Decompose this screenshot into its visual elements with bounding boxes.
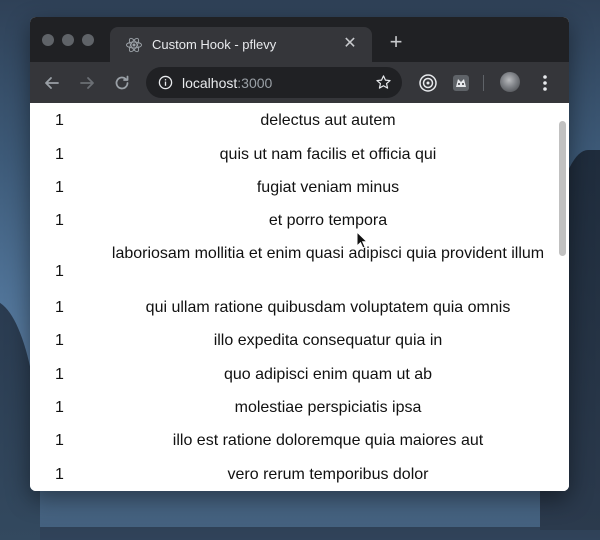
new-tab-button[interactable]: +: [385, 31, 407, 53]
url-host: localhost: [182, 75, 238, 91]
item-id: 1: [55, 146, 64, 163]
window-maximize-button[interactable]: [82, 34, 94, 46]
item-title: illo est ratione doloremque quia maiores…: [172, 432, 484, 449]
item-id: 1: [55, 399, 64, 416]
browser-window: Custom Hook - pflevy ✕ + localhost:3000: [30, 17, 569, 491]
arrow-left-icon[interactable]: [42, 73, 62, 93]
url-port: :3000: [237, 75, 273, 91]
item-title: quo adipisci enim quam ut ab: [223, 366, 433, 383]
item-id: 1: [55, 466, 64, 483]
info-icon[interactable]: [158, 75, 173, 90]
extension-target-icon[interactable]: [418, 73, 438, 93]
item-title: qui ullam ratione quibusdam voluptatem q…: [145, 299, 511, 316]
profile-avatar[interactable]: [500, 72, 520, 92]
scrollbar-thumb[interactable]: [559, 121, 566, 256]
item-title: illo expedita consequatur quia in: [213, 332, 443, 349]
tab-close-icon[interactable]: ✕: [340, 34, 360, 54]
item-title: delectus aut autem: [260, 112, 396, 129]
extension-fox-icon[interactable]: [451, 73, 471, 93]
scrollbar[interactable]: [556, 103, 569, 491]
item-id: 1: [55, 366, 64, 383]
address-bar[interactable]: localhost:3000: [146, 67, 402, 98]
item-title: vero rerum temporibus dolor: [227, 466, 429, 483]
browser-tab[interactable]: Custom Hook - pflevy ✕: [110, 27, 372, 62]
item-id: 1: [55, 179, 64, 196]
tab-title: Custom Hook - pflevy: [152, 37, 277, 52]
arrow-right-icon[interactable]: [77, 73, 97, 93]
star-icon[interactable]: [375, 74, 392, 91]
item-title: fugiat veniam minus: [256, 179, 400, 196]
item-id: 1: [55, 112, 64, 129]
item-id: 1: [55, 263, 64, 280]
toolbar-divider: [483, 75, 484, 91]
reload-icon[interactable]: [112, 73, 132, 93]
item-title: molestiae perspiciatis ipsa: [234, 399, 422, 416]
item-title: laboriosam mollitia et enim quasi adipis…: [111, 245, 545, 262]
window-close-button[interactable]: [42, 34, 54, 46]
react-icon: [126, 37, 142, 53]
item-id: 1: [55, 332, 64, 349]
item-id: 1: [55, 212, 64, 229]
window-minimize-button[interactable]: [62, 34, 74, 46]
item-title: et porro tempora: [268, 212, 388, 229]
more-vert-icon[interactable]: [538, 73, 552, 93]
browser-toolbar: localhost:3000: [30, 62, 569, 103]
item-title: quis ut nam facilis et officia qui: [219, 146, 437, 163]
item-id: 1: [55, 299, 64, 316]
title-bar: Custom Hook - pflevy ✕ +: [30, 17, 569, 62]
page-content: 1 delectus aut autem 1 quis ut nam facil…: [30, 103, 569, 491]
mouse-pointer-icon: [356, 231, 368, 249]
url-text[interactable]: localhost:3000: [182, 75, 272, 91]
item-id: 1: [55, 432, 64, 449]
